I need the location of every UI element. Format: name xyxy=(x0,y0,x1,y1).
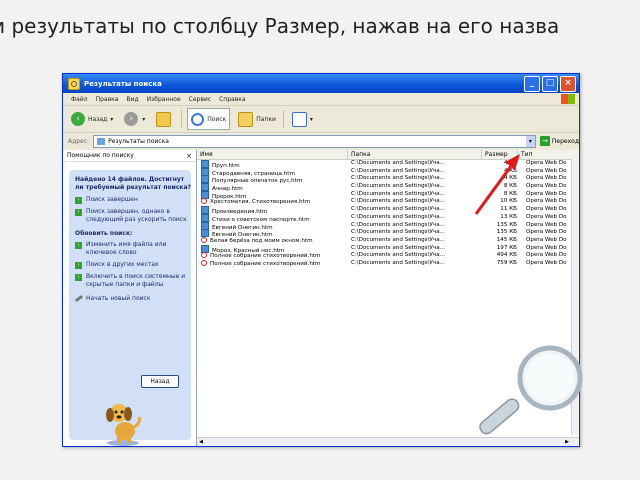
arrow-line xyxy=(474,161,516,215)
magnifier-icon xyxy=(479,345,583,435)
arrow-head xyxy=(505,154,520,170)
